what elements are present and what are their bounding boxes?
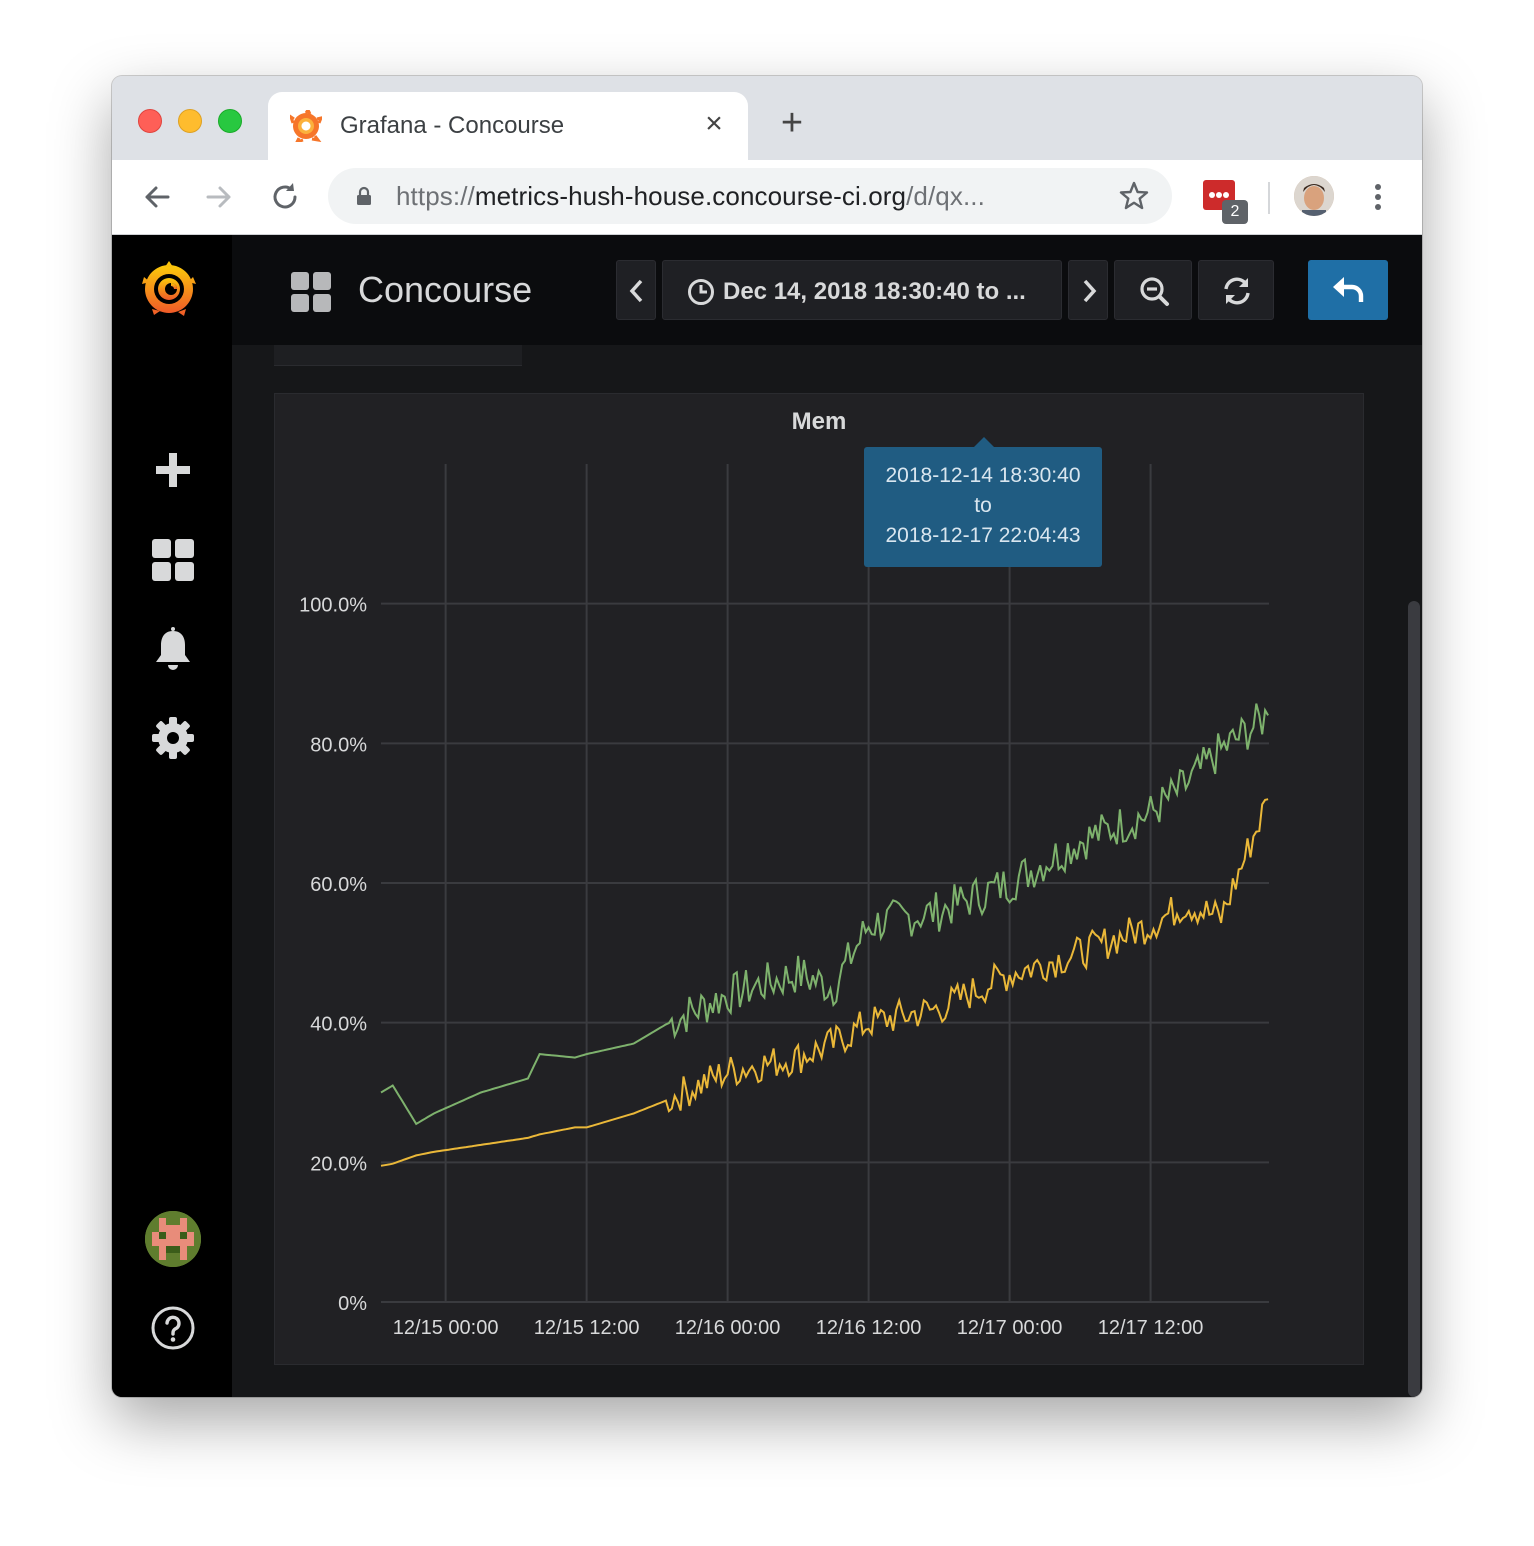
x-tick-label: 12/15 12:00 — [534, 1317, 640, 1339]
refresh-icon — [1224, 277, 1250, 305]
y-tick-label: 100.0% — [299, 595, 367, 617]
zoom-out-icon — [1140, 277, 1169, 306]
series-line — [380, 798, 1269, 1167]
toolbar-divider — [1268, 182, 1270, 214]
help-icon[interactable] — [150, 1305, 196, 1351]
memory-line-chart[interactable]: 0% 20.0% 40.0% 60.0% 80.0% 100.0% 12/15 00:00 1… — [275, 394, 1365, 1366]
browser-toolbar: https://metrics-hush-house.concourse-ci.… — [112, 160, 1422, 235]
tab-strip: Grafana - Concourse × + — [112, 76, 1422, 160]
x-tick-label: 12/17 00:00 — [957, 1317, 1063, 1339]
minimize-window-button[interactable] — [178, 109, 202, 133]
chevron-right-icon — [1083, 279, 1097, 303]
close-window-button[interactable] — [138, 109, 162, 133]
time-range-picker[interactable]: Dec 14, 2018 18:30:40 to ... — [662, 260, 1062, 320]
tab-close-icon[interactable]: × — [698, 108, 730, 140]
forward-icon[interactable] — [200, 178, 238, 216]
dashboard-title[interactable]: Concourse — [358, 269, 532, 311]
chevron-left-icon — [629, 279, 643, 303]
y-tick-label: 80.0% — [310, 734, 367, 756]
extension-badge: 2 — [1222, 200, 1248, 224]
dashboard-navbar: Concourse Dec 14, 2018 18:30:40 to ... — [232, 235, 1422, 346]
clock-icon — [688, 279, 714, 305]
new-tab-button[interactable]: + — [774, 104, 810, 142]
refresh-button[interactable] — [1198, 260, 1274, 320]
url-host: metrics-hush-house.concourse-ci.org — [474, 181, 907, 211]
time-range-label: Dec 14, 2018 18:30:40 to ... — [723, 278, 1026, 305]
browser-window: Grafana - Concourse × + https://metrics-… — [112, 76, 1422, 1397]
time-shift-back-button[interactable] — [616, 260, 656, 320]
back-icon[interactable] — [138, 178, 176, 216]
grafana-logo[interactable] — [138, 257, 200, 319]
reload-icon[interactable] — [266, 178, 304, 216]
memory-graph-panel[interactable]: Mem 0% 20.0% 40.0% 60.0% 80.0% 100.0% 12/15 00… — [274, 393, 1364, 1365]
tooltip-to-word: to — [974, 494, 992, 517]
profile-avatar[interactable] — [1294, 176, 1334, 216]
y-tick-label: 60.0% — [310, 874, 367, 896]
x-tick-label: 12/17 12:00 — [1098, 1317, 1204, 1339]
y-tick-label: 0% — [338, 1293, 367, 1315]
bell-icon[interactable] — [150, 627, 196, 673]
x-tick-label: 12/15 00:00 — [393, 1317, 499, 1339]
scrollbar[interactable] — [1408, 601, 1420, 1397]
y-tick-label: 40.0% — [310, 1014, 367, 1036]
series-line — [380, 703, 1269, 1126]
url-text[interactable]: https://metrics-hush-house.concourse-ci.… — [396, 181, 985, 212]
url-path: /d/qx... — [906, 181, 985, 211]
grafana-app: Concourse Dec 14, 2018 18:30:40 to ... M… — [112, 235, 1422, 1397]
menu-icon[interactable] — [1364, 180, 1392, 214]
dashboards-icon[interactable] — [150, 537, 196, 583]
grafana-favicon-icon — [290, 110, 322, 142]
dashboard-content: Mem 0% 20.0% 40.0% 60.0% 80.0% 100.0% 12/15 00… — [232, 345, 1422, 1397]
y-tick-label: 20.0% — [310, 1153, 367, 1175]
lock-icon — [357, 186, 371, 205]
zoom-window-button[interactable] — [218, 109, 242, 133]
user-avatar[interactable] — [145, 1211, 201, 1267]
star-icon[interactable] — [1118, 180, 1150, 212]
tooltip-from: 2018-12-14 18:30:40 — [885, 464, 1081, 487]
plus-icon[interactable] — [150, 447, 196, 493]
tooltip-to: 2018-12-17 22:04:43 — [885, 524, 1081, 547]
gear-icon[interactable] — [150, 715, 196, 761]
dashboard-grid-icon — [291, 272, 331, 312]
time-range-tooltip: 2018-12-14 18:30:40 to 2018-12-17 22:04:… — [864, 437, 1102, 567]
person-photo-icon — [1294, 176, 1334, 216]
time-shift-forward-button[interactable] — [1068, 260, 1108, 320]
address-bar[interactable]: https://metrics-hush-house.concourse-ci.… — [328, 168, 1172, 224]
browser-tab[interactable]: Grafana - Concourse × — [268, 92, 748, 160]
back-arrow-icon — [1333, 277, 1364, 302]
panel-above — [274, 345, 522, 366]
x-tick-label: 12/16 12:00 — [816, 1317, 922, 1339]
zoom-out-button[interactable] — [1114, 260, 1192, 320]
back-to-dashboard-button[interactable] — [1308, 260, 1388, 320]
url-scheme: https:// — [396, 181, 475, 211]
side-menu — [112, 235, 232, 1397]
tab-title: Grafana - Concourse — [340, 112, 565, 139]
pixel-avatar-icon — [145, 1211, 201, 1267]
x-tick-label: 12/16 00:00 — [675, 1317, 781, 1339]
